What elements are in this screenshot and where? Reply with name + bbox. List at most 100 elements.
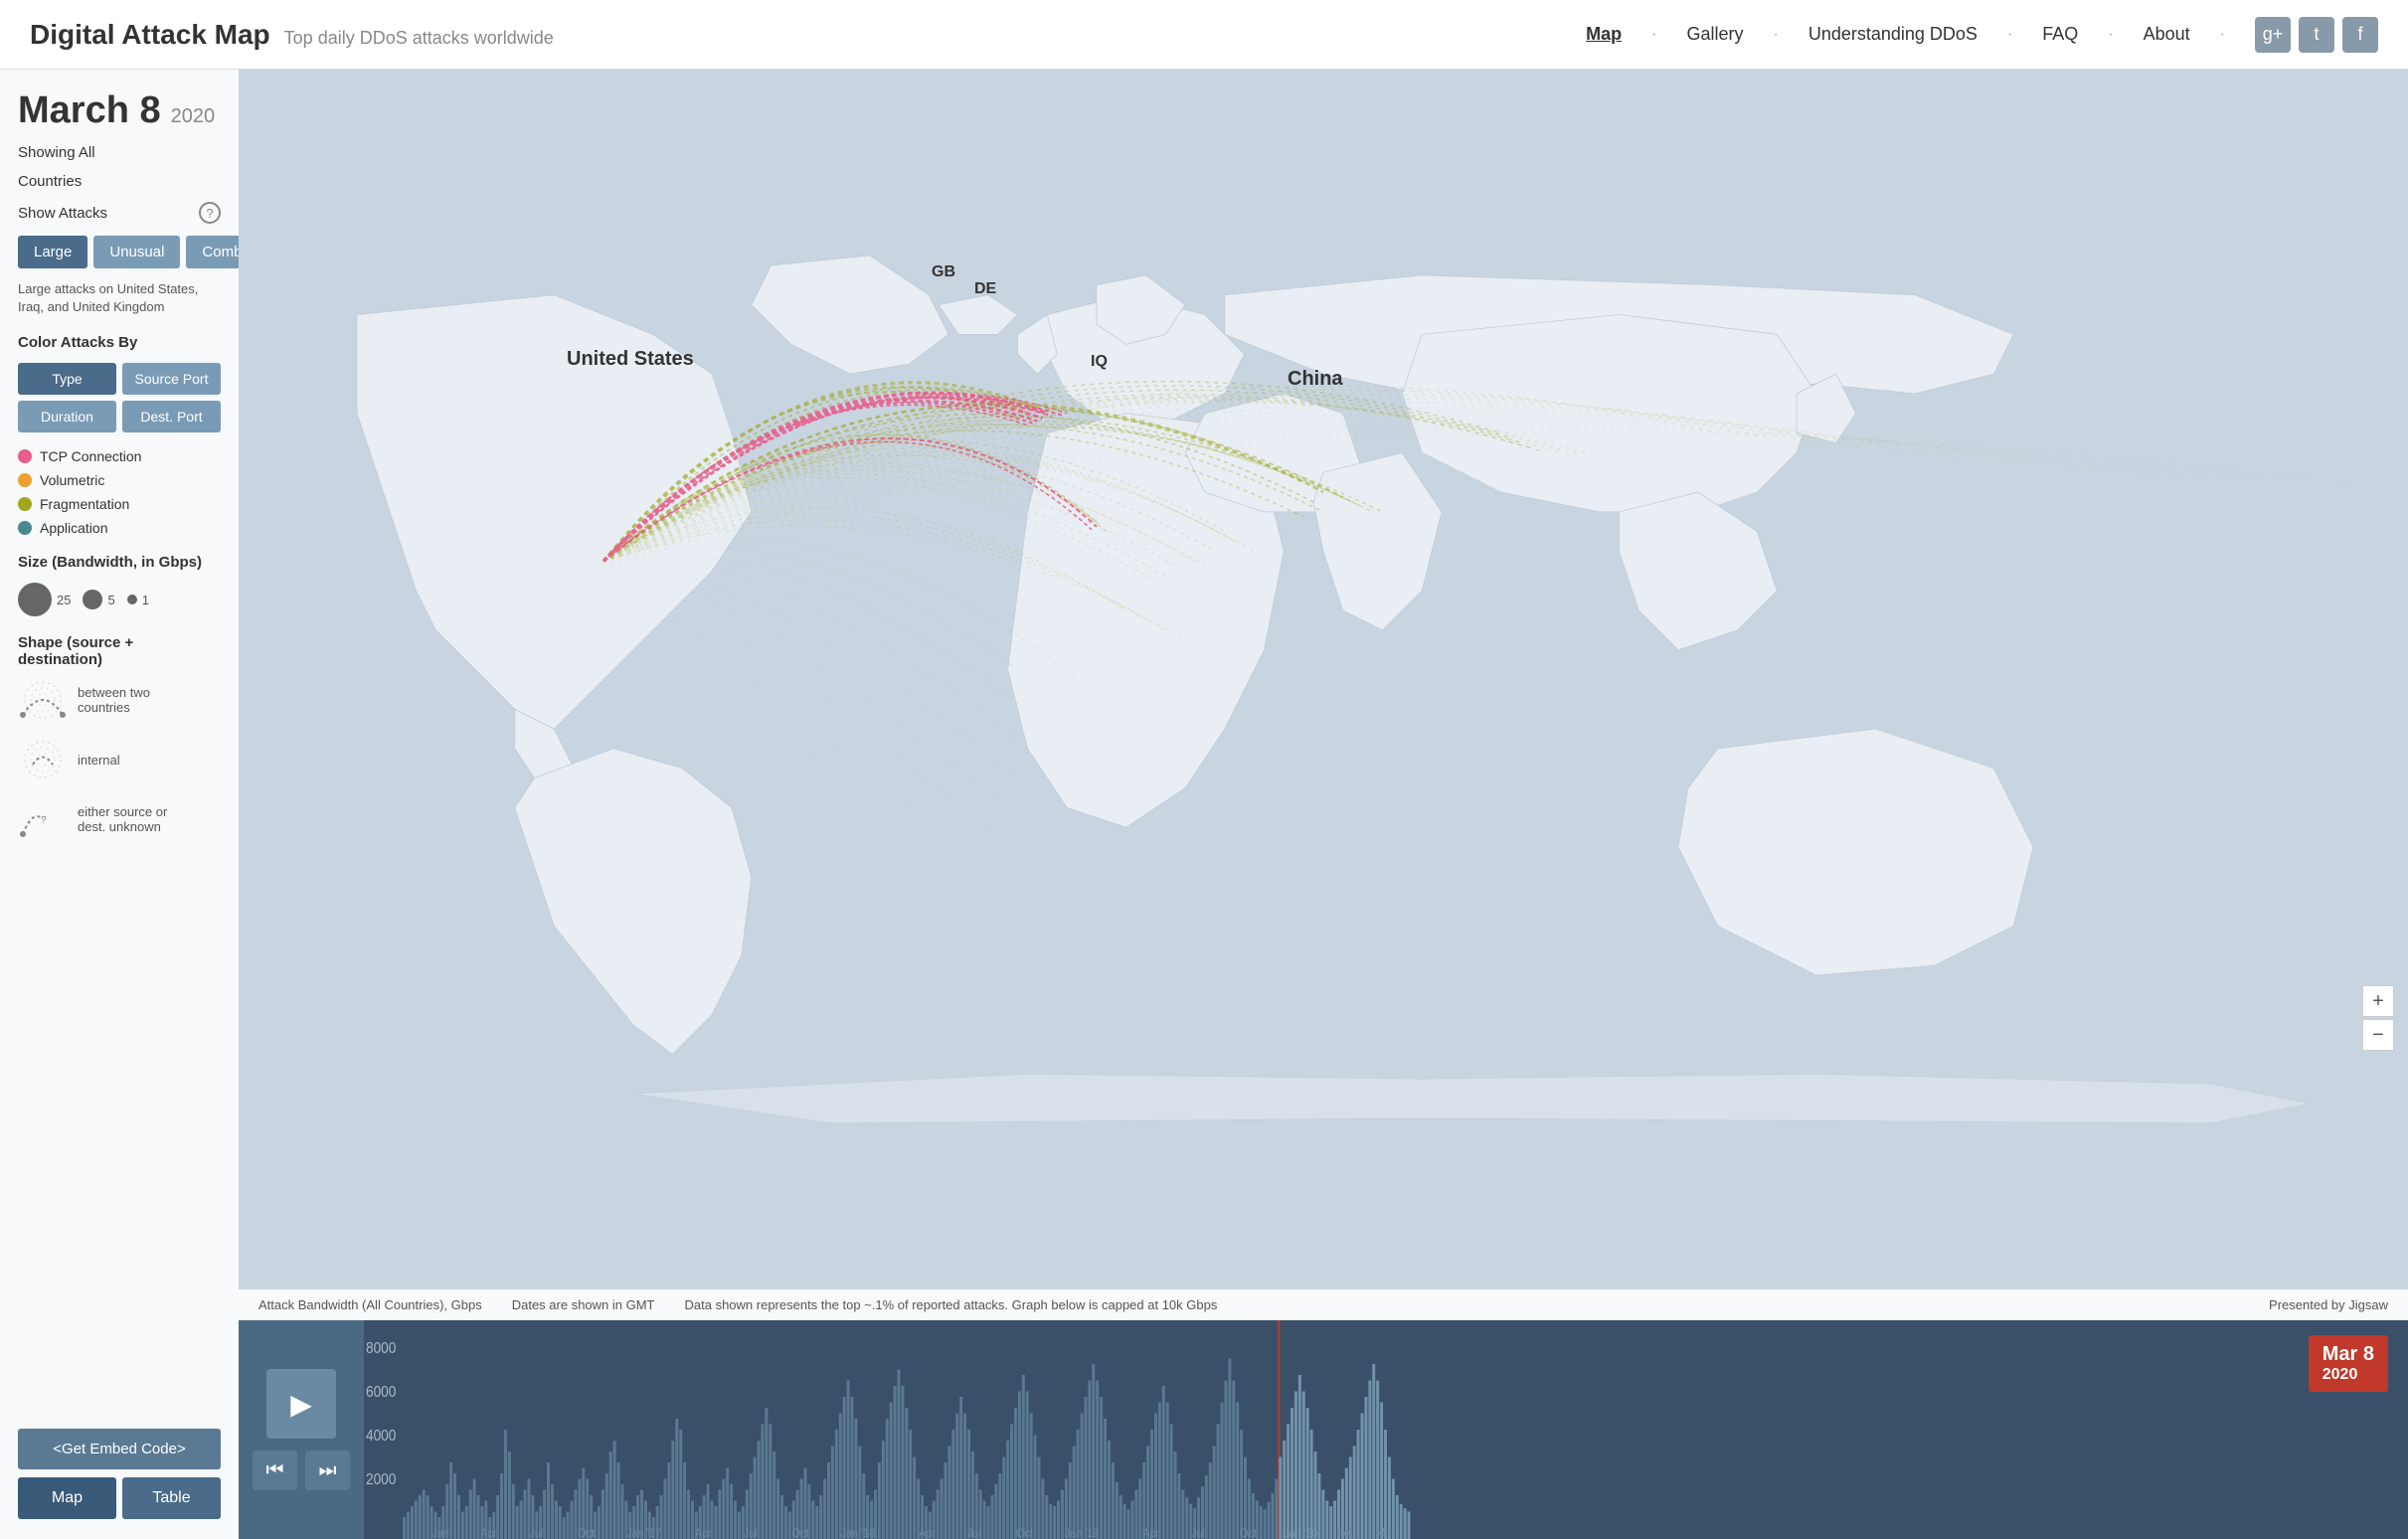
svg-text:Mar: Mar xyxy=(1376,1527,1395,1539)
nav-faq[interactable]: FAQ xyxy=(2042,24,2078,45)
shape-label: Shape (source + destination) xyxy=(18,634,221,668)
data-label: Data shown represents the top ~.1% of re… xyxy=(685,1297,1218,1312)
legend-fragmentation: Fragmentation xyxy=(18,496,221,512)
svg-text:Apr: Apr xyxy=(695,1527,712,1539)
dates-label: Dates are shown in GMT xyxy=(512,1297,655,1312)
timeline: ▶ ⏮ ⏭ 8000 6000 4000 2000 xyxy=(239,1320,2408,1539)
app-subtitle: Top daily DDoS attacks worldwide xyxy=(284,28,554,49)
date-indicator: Mar 8 2020 xyxy=(2309,1335,2388,1392)
color-by-type[interactable]: Type xyxy=(18,363,116,395)
size-25-label: 25 xyxy=(57,593,71,607)
color-buttons: Type Source Port Duration Dest. Port xyxy=(18,363,221,432)
presented-label: Presented by Jigsaw xyxy=(2269,1297,2388,1312)
show-attacks-row: Show Attacks ? xyxy=(18,202,221,224)
color-by-dest-port[interactable]: Dest. Port xyxy=(122,401,221,432)
zoom-in-button[interactable]: + xyxy=(2362,985,2394,1017)
attack-type-combined[interactable]: Combined xyxy=(186,236,239,268)
attack-description: Large attacks on United States, Iraq, an… xyxy=(18,280,221,316)
bottom-buttons: <Get Embed Code> Map Table xyxy=(18,1429,221,1519)
size-circles: 25 5 1 xyxy=(18,583,221,616)
zoom-out-button[interactable]: − xyxy=(2362,1019,2394,1051)
embed-code-button[interactable]: <Get Embed Code> xyxy=(18,1429,221,1469)
attack-type-buttons: Large Unusual Combined xyxy=(18,236,221,268)
chart-area[interactable]: 8000 6000 4000 2000 xyxy=(364,1320,2408,1539)
nav-gallery[interactable]: Gallery xyxy=(1687,24,1744,45)
header: Digital Attack Map Top daily DDoS attack… xyxy=(0,0,2408,70)
nav-understanding[interactable]: Understanding DDoS xyxy=(1808,24,1978,45)
volumetric-label: Volumetric xyxy=(40,472,104,488)
current-year: 2020 xyxy=(171,105,216,128)
skip-back-button[interactable]: ⏮ xyxy=(253,1451,297,1490)
help-icon[interactable]: ? xyxy=(199,202,221,224)
map-info-bar: Attack Bandwidth (All Countries), Gbps D… xyxy=(239,1289,2408,1320)
attack-type-unusual[interactable]: Unusual xyxy=(93,236,180,268)
skip-buttons: ⏮ ⏭ xyxy=(253,1451,350,1490)
date-row: March 8 2020 xyxy=(18,89,221,132)
application-label: Application xyxy=(40,520,108,536)
internal-icon xyxy=(18,740,68,779)
shape-unknown: ? either source ordest. unknown xyxy=(18,799,221,839)
world-map[interactable]: .land { fill: #e8eef4; stroke: #c0ccd8; … xyxy=(239,70,2408,1289)
between-countries-icon xyxy=(18,680,68,720)
size-5-label: 5 xyxy=(107,593,114,607)
table-view-button[interactable]: Table xyxy=(122,1477,221,1519)
shape-between-label: between twocountries xyxy=(78,685,150,715)
showing-label: Showing All xyxy=(18,144,221,161)
legend-volumetric: Volumetric xyxy=(18,472,221,488)
skip-back-icon: ⏮ xyxy=(266,1459,284,1482)
main-nav: Map · Gallery · Understanding DDoS · FAQ… xyxy=(1586,17,2378,53)
svg-text:Oct: Oct xyxy=(792,1527,810,1539)
size-1-label: 1 xyxy=(142,593,149,607)
unknown-icon: ? xyxy=(18,799,68,839)
fragmentation-label: Fragmentation xyxy=(40,496,129,512)
indicator-year: 2020 xyxy=(2322,1366,2374,1384)
facebook-icon[interactable]: f xyxy=(2342,17,2378,53)
color-attacks-label: Color Attacks By xyxy=(18,334,221,351)
current-date: March 8 xyxy=(18,89,161,132)
volumetric-dot xyxy=(18,473,32,487)
main-content: March 8 2020 Showing All Countries Show … xyxy=(0,70,2408,1539)
countries-label: Countries xyxy=(18,173,221,190)
bandwidth-label: Attack Bandwidth (All Countries), Gbps xyxy=(258,1297,482,1312)
size-label: Size (Bandwidth, in Gbps) xyxy=(18,554,221,571)
y-axis-4000: 4000 xyxy=(366,1428,396,1445)
circle-5 xyxy=(83,590,102,609)
map-view-button[interactable]: Map xyxy=(18,1477,116,1519)
nav-about[interactable]: About xyxy=(2144,24,2190,45)
size-5: 5 xyxy=(83,590,114,609)
map-container: .land { fill: #e8eef4; stroke: #c0ccd8; … xyxy=(239,70,2408,1539)
y-axis-8000: 8000 xyxy=(366,1340,396,1357)
skip-forward-icon: ⏭ xyxy=(319,1459,337,1482)
circle-25 xyxy=(18,583,52,616)
play-button[interactable]: ▶ xyxy=(266,1369,336,1439)
svg-text:Jul: Jul xyxy=(529,1527,543,1539)
y-axis-6000: 6000 xyxy=(366,1384,396,1401)
app-title: Digital Attack Map xyxy=(30,19,270,51)
svg-text:?: ? xyxy=(41,815,47,826)
shape-between-countries: between twocountries xyxy=(18,680,221,720)
size-25: 25 xyxy=(18,583,71,616)
svg-text:Jul: Jul xyxy=(744,1527,758,1539)
legend-tcp: TCP Connection xyxy=(18,448,221,464)
svg-text:Apr: Apr xyxy=(919,1527,936,1539)
fragmentation-dot xyxy=(18,497,32,511)
shape-unknown-label: either source ordest. unknown xyxy=(78,804,167,834)
svg-text:Feb: Feb xyxy=(1337,1527,1356,1539)
nav-map[interactable]: Map xyxy=(1586,24,1622,45)
color-by-source-port[interactable]: Source Port xyxy=(122,363,221,395)
circle-1 xyxy=(127,595,137,604)
google-plus-icon[interactable]: g+ xyxy=(2255,17,2291,53)
world-map-svg: .land { fill: #e8eef4; stroke: #c0ccd8; … xyxy=(239,70,2408,1289)
legend-application: Application xyxy=(18,520,221,536)
twitter-icon[interactable]: t xyxy=(2299,17,2334,53)
logo: Digital Attack Map Top daily DDoS attack… xyxy=(30,19,554,51)
chart-bars: Jan Apr Jul Oct Jan '17 Apr Jul Oct Jan … xyxy=(403,1320,1410,1539)
skip-forward-button[interactable]: ⏭ xyxy=(305,1451,350,1490)
tcp-dot xyxy=(18,449,32,463)
size-1: 1 xyxy=(127,593,149,607)
color-by-duration[interactable]: Duration xyxy=(18,401,116,432)
shape-internal-label: internal xyxy=(78,753,120,768)
tcp-label: TCP Connection xyxy=(40,448,141,464)
svg-text:Apr: Apr xyxy=(480,1527,497,1539)
attack-type-large[interactable]: Large xyxy=(18,236,87,268)
